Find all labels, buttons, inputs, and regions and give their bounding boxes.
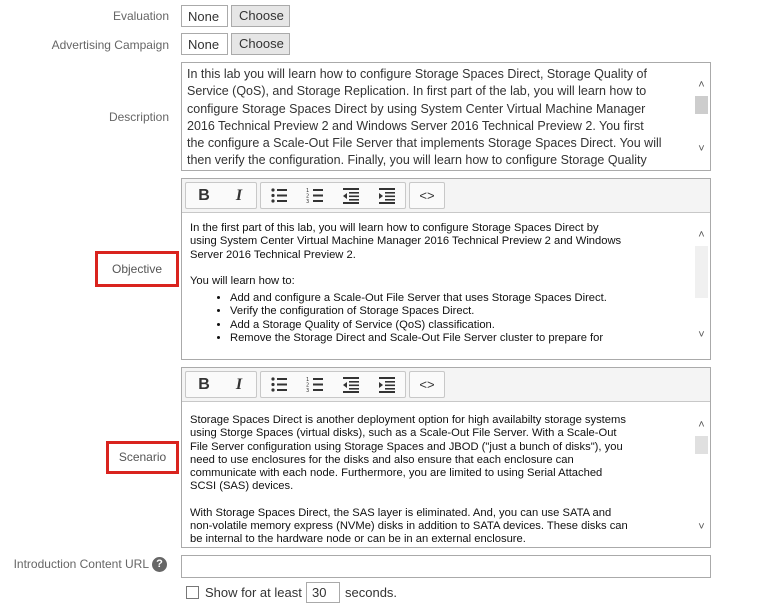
outdent-icon[interactable] [334,372,368,397]
svg-text:3: 3 [306,388,309,394]
scenario-line: communicate with each node. Furthermore,… [190,467,603,480]
description-line: the configure a Scale-Out File Server th… [187,136,662,151]
scenario-label: Scenario [106,441,179,474]
objective-line: Server 2016 Technical Preview 2. [190,248,356,261]
scroll-down-icon[interactable]: ˅ [693,519,710,535]
scenario-line: Storage Spaces Direct is another deploym… [190,414,626,426]
scenario-line: File Server configuration using Storage … [190,440,623,453]
scenario-toolbar: B I 123 <> [182,368,710,402]
italic-icon[interactable]: I [222,372,256,397]
objective-content[interactable]: In the first part of this lab, you will … [182,213,710,359]
show-for-checkbox[interactable] [186,586,199,599]
italic-icon[interactable]: I [222,183,256,208]
evaluation-value: None [181,5,228,27]
intro-url-label: Introduction Content URL [13,557,149,571]
description-line: In this lab you will learn how to config… [187,67,647,81]
list-group: 123 [260,371,406,398]
objective-line: using System Center Virtual Machine Mana… [190,235,622,248]
scenario-line: need to use enclosures for the disks and… [190,453,574,466]
advertising-campaign-label: Advertising Campaign [51,38,169,52]
html-group: <> [409,182,445,209]
scenario-line: With Storage Spaces Direct, the SAS laye… [190,506,612,519]
bold-icon[interactable]: B [187,183,221,208]
scroll-up-icon[interactable]: ˄ [693,417,710,433]
objective-label: Objective [95,251,179,287]
outdent-icon[interactable] [334,183,368,208]
numbered-list-icon[interactable]: 123 [298,372,332,397]
scroll-up-icon[interactable]: ˄ [693,77,710,93]
description-text: In this lab you will learn how to config… [187,66,687,170]
indent-icon[interactable] [370,372,404,397]
description-line: Service (QoS), and Storage Replication. … [187,84,647,99]
scroll-up-icon[interactable]: ˄ [693,227,710,243]
indent-icon[interactable] [370,183,404,208]
objective-scrollbar[interactable]: ˄ ˅ [693,213,710,359]
list-item: Verify the configuration of Storage Spac… [230,305,690,318]
code-icon[interactable]: <> [410,183,444,208]
seconds-input[interactable]: 30 [306,582,340,603]
list-item: Add a Storage Quality of Service (QoS) c… [230,319,690,332]
scenario-line: using Storge Spaces (virtual disks), suc… [190,427,617,440]
description-scrollbar[interactable]: ˄ ˅ [693,63,710,170]
advertising-campaign-choose-button[interactable]: Choose [231,33,290,55]
scrollbar-thumb[interactable] [695,96,708,114]
format-group: B I [185,371,257,398]
scenario-line: be internal to the hardware node or can … [190,533,526,546]
objective-editor: B I 123 <> In the first part of this lab… [181,178,711,360]
scenario-line: non-volatile memory express (NVMe) disks… [190,520,628,533]
bullet-list-icon[interactable] [262,183,296,208]
scrollbar-thumb[interactable] [695,436,708,454]
scroll-down-icon[interactable]: ˅ [693,141,710,157]
description-line: 2016 Technical Preview 2 and Windows Ser… [187,118,644,133]
intro-url-input[interactable] [181,555,711,578]
objective-intro: You will learn how to: [190,274,295,287]
description-line: then verify the configuration. Finally, … [187,153,647,168]
bold-icon[interactable]: B [187,372,221,397]
advertising-campaign-value: None [181,33,228,55]
numbered-list-icon[interactable]: 123 [298,183,332,208]
evaluation-choose-button[interactable]: Choose [231,5,290,27]
scenario-editor: B I 123 <> Storage Spaces Direct is anot… [181,367,711,548]
code-icon[interactable]: <> [410,372,444,397]
list-item: Remove the Storage Direct and Scale-Out … [230,332,690,345]
description-line: configure Storage Spaces Direct by using… [187,101,646,116]
show-for-suffix: seconds. [345,585,398,600]
scroll-down-icon[interactable]: ˅ [693,327,710,343]
format-group: B I [185,182,257,209]
objective-toolbar: B I 123 <> [182,179,710,213]
scrollbar-thumb[interactable] [695,246,708,298]
list-group: 123 [260,182,406,209]
list-item: Add and configure a Scale-Out File Serve… [230,292,690,305]
scenario-line: SCSI (SAS) devices. [190,480,294,493]
bullet-list-icon[interactable] [262,372,296,397]
description-label: Description [108,110,169,124]
scenario-content[interactable]: Storage Spaces Direct is another deploym… [182,402,710,547]
help-icon[interactable]: ? [152,557,167,572]
evaluation-label: Evaluation [112,9,169,23]
objective-line: In the first part of this lab, you will … [190,222,599,234]
html-group: <> [409,371,445,398]
description-textarea[interactable]: In this lab you will learn how to config… [181,62,711,171]
scenario-scrollbar[interactable]: ˄ ˅ [693,402,710,547]
show-for-prefix: Show for at least [205,585,302,600]
svg-text:3: 3 [306,199,309,205]
